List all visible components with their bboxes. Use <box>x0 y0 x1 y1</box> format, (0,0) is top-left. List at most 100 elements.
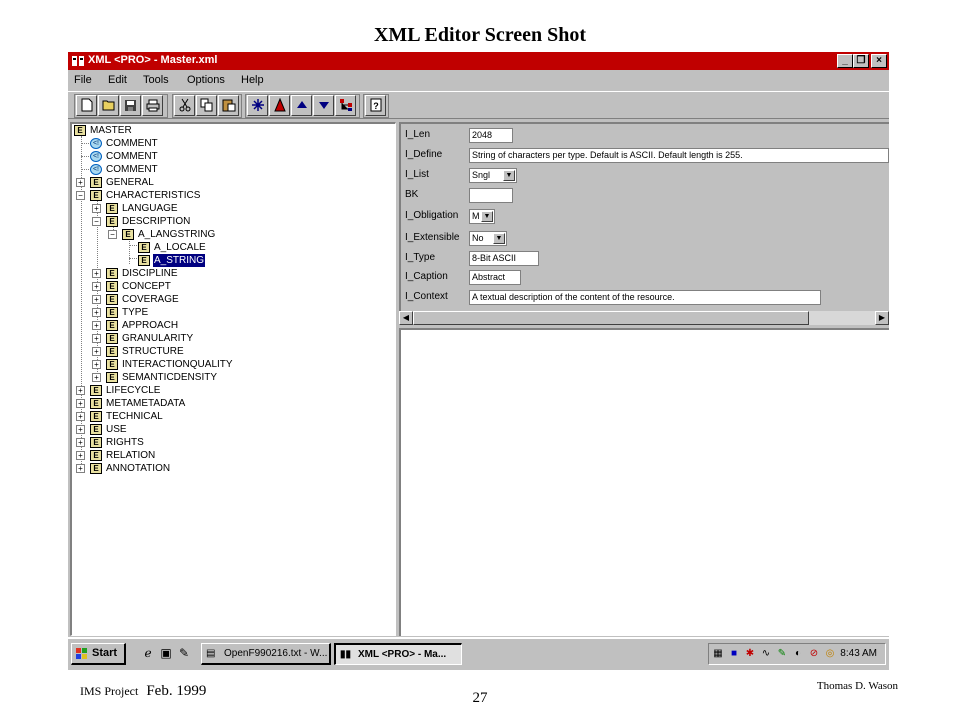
element-icon: E <box>90 424 102 435</box>
attr-context-field[interactable]: A textual description of the content of … <box>469 290 821 305</box>
clock[interactable]: 8:43 AM <box>840 647 877 661</box>
task-label: XML <PRO> - Ma... <box>358 649 447 660</box>
open-folder-icon[interactable] <box>98 95 119 116</box>
tray-speaker-icon[interactable]: ◐ <box>791 647 805 661</box>
help-icon[interactable]: ? <box>365 95 386 116</box>
attr-obligation-select[interactable]: M ▼ <box>469 209 495 224</box>
collapse-icon[interactable]: − <box>108 230 117 239</box>
expand-icon[interactable]: + <box>92 269 101 278</box>
element-icon: E <box>90 385 102 396</box>
tray-tool-icon[interactable]: ✎ <box>775 647 789 661</box>
add-attribute-icon[interactable] <box>269 95 290 116</box>
menu-help[interactable]: Help <box>241 74 264 86</box>
expand-icon[interactable]: + <box>76 464 85 473</box>
tray-link-icon[interactable]: ∿ <box>759 647 773 661</box>
attr-label-extensible: I_Extensible <box>405 232 460 243</box>
tree-node-label: COMMENT <box>106 138 158 149</box>
expand-icon[interactable]: + <box>92 347 101 356</box>
cut-icon[interactable] <box>174 95 195 116</box>
element-icon: E <box>122 229 134 240</box>
tree-line <box>129 258 137 259</box>
menubar: File Edit Tools Options Help <box>68 72 889 90</box>
add-element-icon[interactable] <box>247 95 268 116</box>
tree-node-label: DISCIPLINE <box>122 268 178 279</box>
attr-extensible-select[interactable]: No ▼ <box>469 231 507 246</box>
attr-define-field[interactable]: String of characters per type. Default i… <box>469 148 889 163</box>
expand-icon[interactable]: + <box>76 412 85 421</box>
start-label: Start <box>92 647 118 659</box>
tray-printer-icon[interactable]: ▦ <box>711 647 725 661</box>
tree-node-label: LANGUAGE <box>122 203 178 214</box>
tree-icon[interactable] <box>335 95 356 116</box>
print-icon[interactable] <box>142 95 163 116</box>
element-icon: E <box>90 177 102 188</box>
element-icon: E <box>90 398 102 409</box>
expand-icon[interactable]: + <box>92 321 101 330</box>
menu-edit[interactable]: Edit <box>108 74 127 86</box>
tray-blocked-icon[interactable]: ⊘ <box>807 647 821 661</box>
slide-title: XML Editor Screen Shot <box>373 24 587 46</box>
close-button[interactable]: × <box>871 54 887 68</box>
attribute-horizontal-scrollbar[interactable]: ◀ ▶ <box>399 311 889 325</box>
collapse-icon[interactable]: − <box>92 217 101 226</box>
tray-network-icon[interactable]: ■ <box>727 647 741 661</box>
expand-icon[interactable]: + <box>92 360 101 369</box>
toolbar: ? <box>68 91 889 119</box>
tray-cd-icon[interactable]: ◎ <box>823 647 837 661</box>
move-down-icon[interactable] <box>313 95 334 116</box>
scroll-right-icon[interactable]: ▶ <box>875 311 889 325</box>
attr-len-field[interactable]: 2048 <box>469 128 513 143</box>
attr-type-field[interactable]: 8-Bit ASCII <box>469 251 539 266</box>
dropdown-arrow-icon[interactable]: ▼ <box>493 233 505 244</box>
expand-icon[interactable]: + <box>92 334 101 343</box>
attr-label-context: I_Context <box>405 291 448 302</box>
paste-icon[interactable] <box>218 95 239 116</box>
expand-icon[interactable]: + <box>92 282 101 291</box>
expand-icon[interactable]: + <box>76 386 85 395</box>
copy-icon[interactable] <box>196 95 217 116</box>
menu-tools[interactable]: Tools <box>143 74 169 86</box>
save-icon[interactable] <box>120 95 141 116</box>
taskbar-button-xmlpro[interactable]: ▮▮ XML <PRO> - Ma... <box>334 643 462 665</box>
element-icon: E <box>106 359 118 370</box>
menu-file[interactable]: File <box>74 74 92 86</box>
expand-icon[interactable]: + <box>76 438 85 447</box>
minimize-button[interactable]: _ <box>837 54 853 68</box>
expand-icon[interactable]: + <box>76 399 85 408</box>
expand-icon[interactable]: + <box>92 295 101 304</box>
expand-icon[interactable]: + <box>76 178 85 187</box>
expand-icon[interactable]: + <box>92 204 101 213</box>
expand-icon[interactable]: + <box>76 451 85 460</box>
internet-explorer-icon[interactable]: ℯ <box>140 645 156 661</box>
expand-icon[interactable]: + <box>76 425 85 434</box>
expand-icon[interactable]: + <box>92 308 101 317</box>
attr-bk-field[interactable] <box>469 188 513 203</box>
tray-antivirus-icon[interactable]: ✱ <box>743 647 757 661</box>
start-button[interactable]: Start <box>71 643 126 665</box>
notepad-quicklaunch-icon[interactable]: ✎ <box>176 645 192 661</box>
tree-node-label: DESCRIPTION <box>122 216 191 227</box>
dropdown-arrow-icon[interactable]: ▼ <box>503 170 515 181</box>
element-content-pane[interactable] <box>399 328 889 636</box>
move-up-icon[interactable] <box>291 95 312 116</box>
taskbar-button-notepad[interactable]: ▤ OpenF990216.txt - W... <box>201 643 331 665</box>
tree-node-label: COMMENT <box>106 151 158 162</box>
dropdown-arrow-icon[interactable]: ▼ <box>481 211 493 222</box>
maximize-button[interactable]: ❐ <box>853 54 869 68</box>
desktop-icon[interactable]: ▣ <box>158 645 174 661</box>
window-titlebar[interactable]: XML <PRO> - Master.xml _ ❐ × <box>68 52 889 70</box>
expand-icon[interactable]: + <box>92 373 101 382</box>
xml-editor-window: XML <PRO> - Master.xml _ ❐ × File Edit T… <box>68 52 889 670</box>
xmlpro-icon: ▮▮ <box>340 649 352 660</box>
scroll-left-icon[interactable]: ◀ <box>399 311 413 325</box>
attr-caption-field[interactable]: Abstract <box>469 270 521 285</box>
element-icon: E <box>106 216 118 227</box>
scrollbar-thumb[interactable] <box>413 311 809 325</box>
element-tree-pane[interactable]: E MASTER <! COMMENT <! COMMENT <! COMMEN… <box>70 122 396 636</box>
new-file-icon[interactable] <box>76 95 97 116</box>
collapse-icon[interactable]: − <box>76 191 85 200</box>
menu-options[interactable]: Options <box>187 74 225 86</box>
attr-list-select[interactable]: Sngl ▼ <box>469 168 517 183</box>
attr-label-len: I_Len <box>405 129 431 140</box>
tree-node-label: COMMENT <box>106 164 158 175</box>
